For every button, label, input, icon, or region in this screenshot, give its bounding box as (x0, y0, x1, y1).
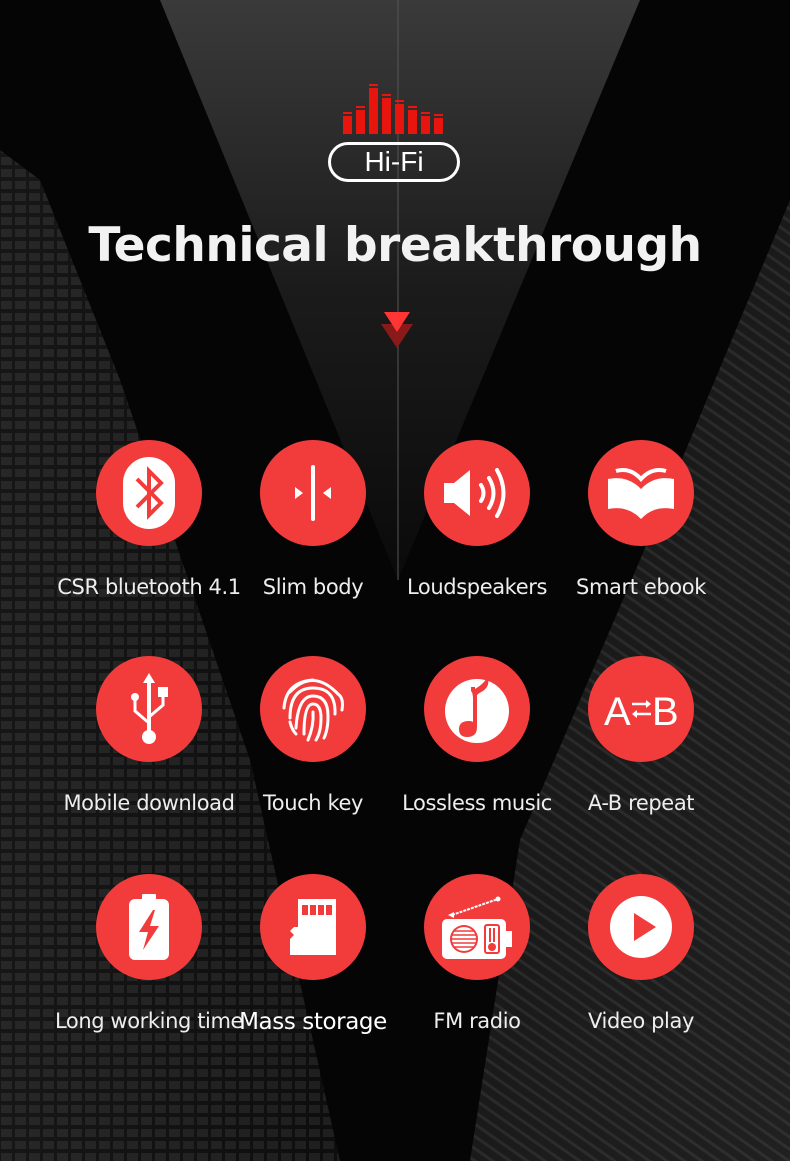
hifi-logo: Hi-Fi (328, 82, 462, 186)
ab-icon-a: A (604, 690, 631, 731)
feature-icon-circle (424, 656, 530, 762)
battery-charging-icon (129, 894, 169, 960)
hifi-badge: Hi-Fi (328, 142, 460, 182)
radio-icon (442, 896, 512, 959)
hifi-badge-text: Hi-Fi (364, 146, 424, 177)
feature-icon-circle (424, 874, 530, 980)
ab-repeat-icon: A B (604, 690, 678, 731)
feature-icon-circle (260, 874, 366, 980)
feature-label: A-B repeat (587, 791, 695, 815)
feature-label: Smart ebook (576, 575, 706, 599)
feature-smart-ebook: Smart ebook (541, 440, 741, 599)
speaker-icon (444, 468, 506, 518)
feature-icon-circle (588, 874, 694, 980)
feature-icon-circle (424, 440, 530, 546)
feature-video-play: Video play (541, 874, 741, 1033)
fingerprint-icon (282, 678, 344, 742)
down-arrow-icon (381, 312, 413, 348)
feature-icon-circle (96, 440, 202, 546)
ab-icon-b: B (652, 690, 678, 731)
bluetooth-icon (123, 457, 175, 529)
slim-body-icon (295, 465, 331, 521)
sd-card-icon (290, 899, 336, 955)
feature-icon-circle (588, 440, 694, 546)
feature-icon-circle (96, 656, 202, 762)
feature-icon-circle (96, 874, 202, 980)
feature-icon-circle: A B (588, 656, 694, 762)
feature-ab-repeat: A B A-B repeat (541, 656, 741, 815)
page-title: Technical breakthrough (88, 218, 702, 273)
feature-icon-circle (260, 440, 366, 546)
play-icon (610, 896, 672, 958)
equalizer-icon (343, 84, 443, 134)
music-note-icon (445, 677, 509, 743)
feature-icon-circle (260, 656, 366, 762)
feature-label: Video play (588, 1009, 694, 1033)
book-icon (608, 468, 674, 519)
usb-icon (131, 673, 168, 744)
